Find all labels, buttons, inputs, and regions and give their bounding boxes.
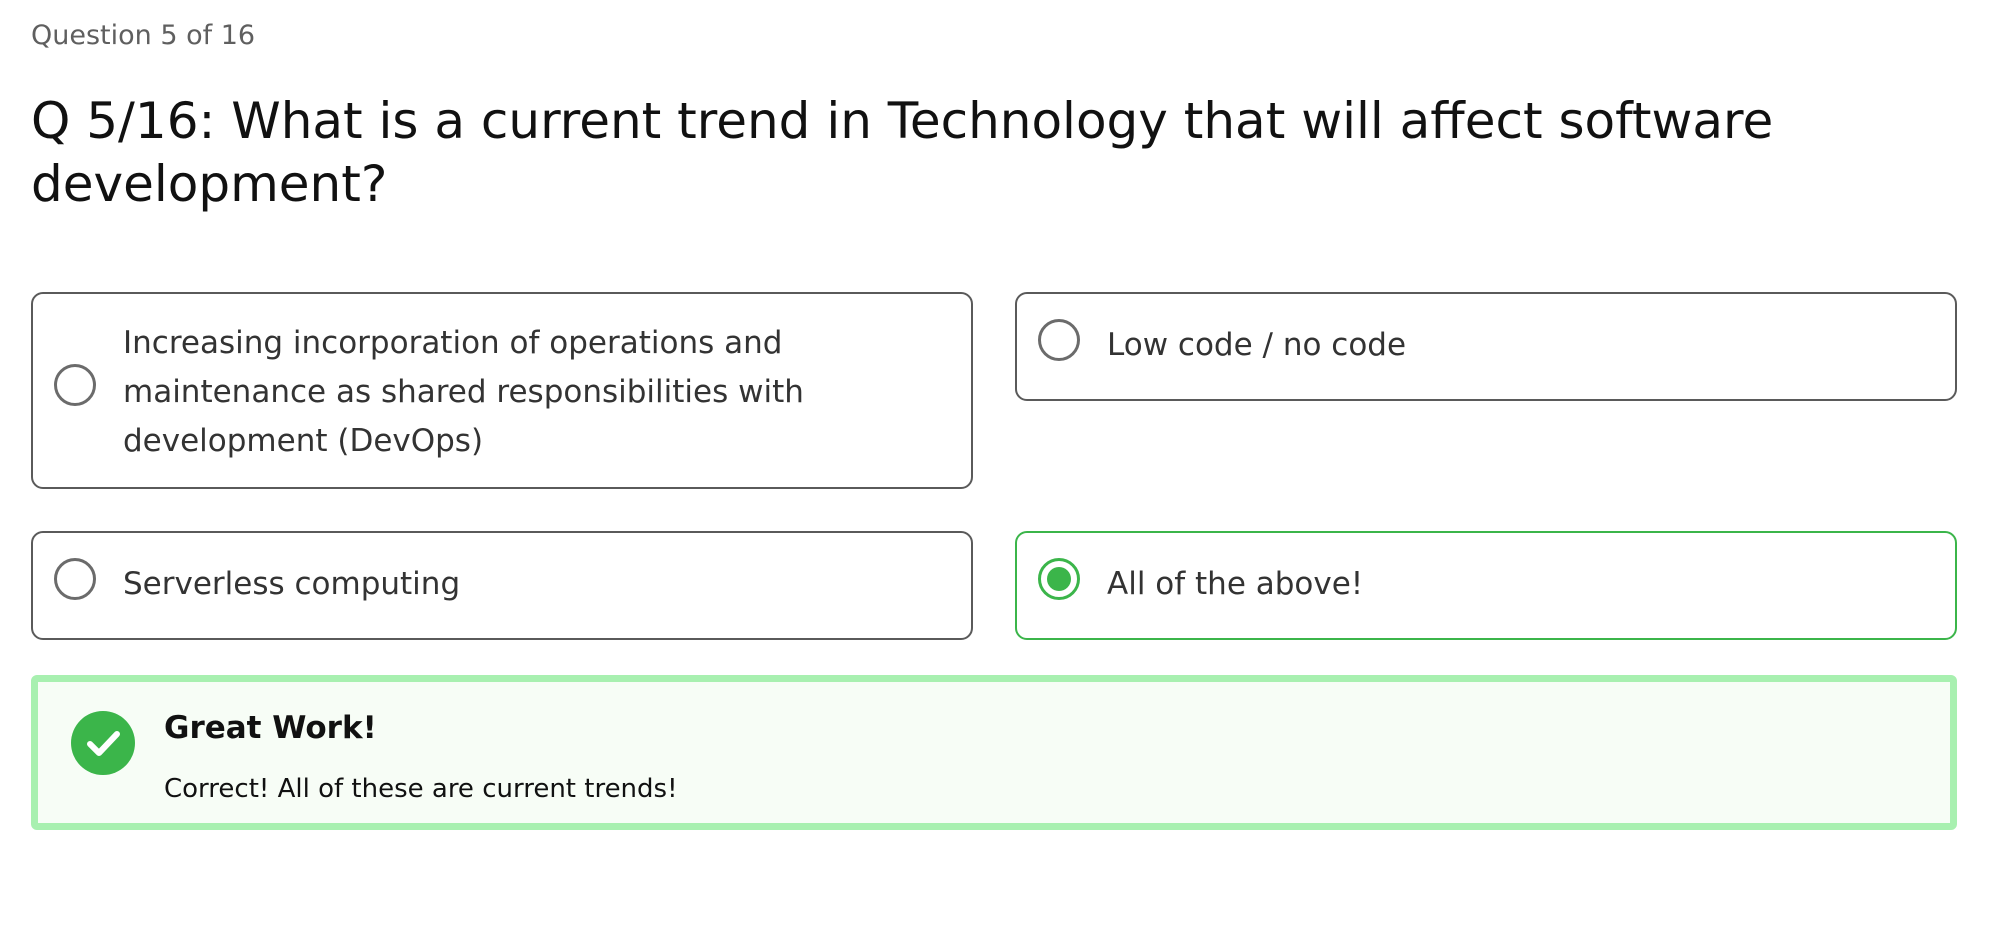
answer-option-devops[interactable]: Increasing incorporation of operations a… bbox=[31, 292, 973, 489]
check-circle-icon bbox=[71, 711, 135, 775]
radio-selected-dot bbox=[1047, 567, 1071, 591]
answer-option-label: All of the above! bbox=[1107, 566, 1364, 602]
answer-option-low-code[interactable]: Low code / no code bbox=[1015, 292, 1957, 401]
radio-button[interactable] bbox=[54, 364, 96, 406]
feedback-title: Great Work! bbox=[164, 710, 377, 746]
feedback-panel: Great Work! Correct! All of these are cu… bbox=[31, 675, 1957, 830]
answer-option-label: Serverless computing bbox=[123, 566, 461, 602]
question-counter: Question 5 of 16 bbox=[31, 20, 256, 51]
radio-button[interactable] bbox=[1038, 319, 1080, 361]
answer-option-all-of-the-above[interactable]: All of the above! bbox=[1015, 531, 1957, 640]
radio-button[interactable] bbox=[54, 558, 96, 600]
radio-button-selected[interactable] bbox=[1038, 558, 1080, 600]
answer-option-serverless[interactable]: Serverless computing bbox=[31, 531, 973, 640]
answer-option-label: Increasing incorporation of operations a… bbox=[123, 325, 804, 459]
question-title: Q 5/16: What is a current trend in Techn… bbox=[31, 92, 1774, 213]
answer-option-label: Low code / no code bbox=[1107, 327, 1407, 363]
feedback-message: Correct! All of these are current trends… bbox=[164, 774, 678, 804]
